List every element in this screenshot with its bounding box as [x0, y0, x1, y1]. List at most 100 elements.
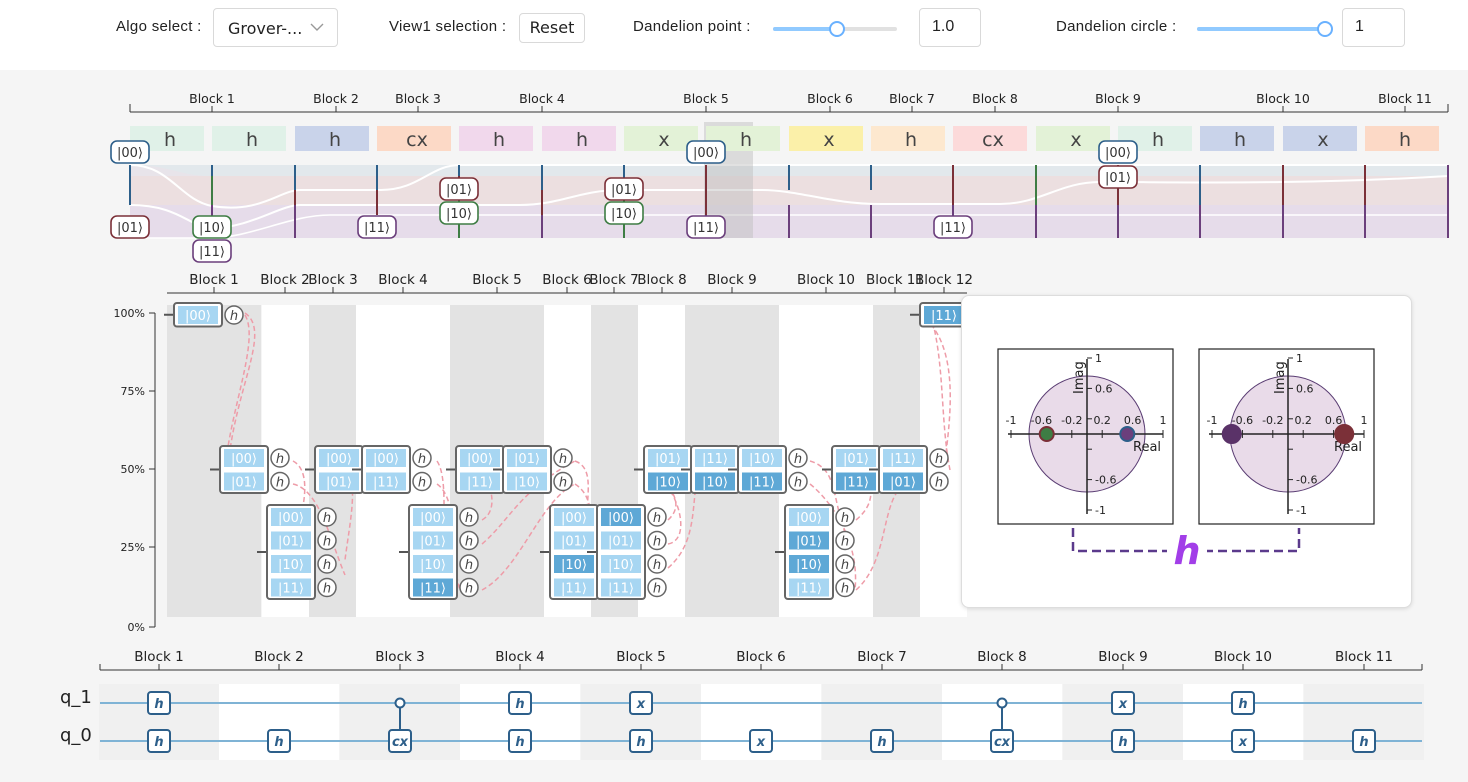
y-tick-label: 0.6	[1095, 382, 1113, 395]
top-block-label[interactable]: Block 3	[395, 91, 441, 106]
circuit-block-label[interactable]: Block 8	[977, 649, 1026, 665]
mid-block-label[interactable]: Block 1	[189, 272, 238, 288]
state-cell-label: |10⟩	[561, 558, 587, 573]
state-cell-label: |01⟩	[278, 535, 304, 550]
control-dot[interactable]	[996, 697, 1008, 709]
state-cell-label: |11⟩	[608, 582, 634, 597]
top-block-axis: Block 1 Block 2 Block 3 Block 4 Block 5 Block…	[129, 91, 1449, 113]
state-point[interactable]	[1038, 426, 1055, 442]
h-gate-symbol: h	[841, 511, 849, 526]
mid-block-label[interactable]: Block 5	[472, 272, 521, 288]
h-gate-symbol: h	[841, 535, 849, 550]
top-block-label[interactable]: Block 8	[972, 91, 1018, 106]
state-cell-label: |01⟩	[514, 452, 540, 467]
state-cell-label: |01⟩	[231, 476, 257, 491]
state-cell-label: |00⟩	[278, 511, 304, 526]
circuit-block-label[interactable]: Block 6	[736, 649, 785, 665]
h-gate-symbol: h	[465, 535, 473, 550]
top-block-label[interactable]: Block 4	[519, 91, 565, 106]
state-cell-label: |10⟩	[514, 476, 540, 491]
h-gate-symbol: h	[465, 582, 473, 597]
h-gate-symbol: h	[841, 582, 849, 597]
state-cell-label: |11⟩	[843, 476, 869, 491]
mid-block-label[interactable]: Block 8	[637, 272, 686, 288]
state-cell-label: |11⟩	[278, 582, 304, 597]
top-state-label: |10⟩	[199, 221, 225, 236]
gate-symbol: x	[1238, 735, 1248, 750]
circuit-block-label[interactable]: Block 10	[1214, 649, 1272, 665]
state-point[interactable]	[1334, 424, 1355, 444]
x-tick-label: 1	[1361, 414, 1368, 427]
state-cell-label: |00⟩	[231, 452, 257, 467]
mid-block-axis: Block 1 Block 2Block 3 Block 4 Block 5 Block…	[167, 272, 973, 294]
circuit-block-label[interactable]: Block 9	[1098, 649, 1147, 665]
state-cell-label: |00⟩	[608, 511, 634, 526]
state-cell-label: |10⟩	[749, 452, 775, 467]
x-tick-label: -1	[1207, 414, 1218, 427]
top-block-label[interactable]: Block 6	[807, 91, 853, 106]
circuit-block-label[interactable]: Block 5	[616, 649, 665, 665]
circuit-block-label[interactable]: Block 4	[495, 649, 544, 665]
top-gate-label: h	[493, 129, 505, 151]
gate-symbol: cx	[994, 735, 1011, 750]
mid-block-label[interactable]: Block 7	[589, 272, 638, 288]
h-gate-symbol: h	[465, 511, 473, 526]
h-gate-symbol: h	[323, 558, 331, 573]
circuit-block-label[interactable]: Block 11	[1335, 649, 1393, 665]
top-block-label[interactable]: Block 2	[313, 91, 359, 106]
h-gate-symbol: h	[653, 511, 661, 526]
y-axis-label: Imag	[1072, 361, 1087, 394]
h-gate-symbol: h	[276, 452, 284, 467]
evolution-view: Block 1 Block 2 Block 3 Block 4 Block 5 Block…	[110, 91, 1449, 263]
h-gate-symbol: h	[794, 476, 802, 491]
h-gate-symbol: h	[653, 535, 661, 550]
state-point[interactable]	[1119, 426, 1136, 442]
mid-block-label[interactable]: Block 6	[542, 272, 591, 288]
gate-symbol: h	[1238, 697, 1247, 712]
top-block-label[interactable]: Block 11	[1378, 91, 1432, 106]
state-cell-label: |01⟩	[655, 452, 681, 467]
state-cell-label: |00⟩	[185, 309, 211, 324]
dandelion-before: -1 -1 -0.6 -0.6 -0.2 0.2 0.6 0.6 1 1 Real Imag	[997, 348, 1174, 525]
state-cell-label: |11⟩	[890, 452, 916, 467]
gate-symbol: x	[756, 735, 766, 750]
gate-symbol: h	[515, 697, 524, 712]
y-axis-tick-label: 75%	[121, 385, 145, 398]
state-cell-label: |11⟩	[931, 309, 957, 324]
gate-symbol: h	[1118, 735, 1127, 750]
top-gate-label: x	[658, 129, 669, 151]
top-block-label[interactable]: Block 5	[683, 91, 729, 106]
control-dot[interactable]	[394, 697, 406, 709]
state-cell-label: |00⟩	[326, 452, 352, 467]
x-tick-label: 0.2	[1294, 414, 1312, 427]
y-tick-label: -0.6	[1296, 474, 1317, 487]
top-block-label[interactable]: Block 10	[1256, 91, 1310, 106]
mid-block-label[interactable]: Block 9	[707, 272, 756, 288]
y-axis-tick-label: 0%	[128, 621, 145, 634]
gate-symbol: h	[1359, 735, 1368, 750]
mid-block-label[interactable]: Block 4	[378, 272, 427, 288]
circuit-block-label[interactable]: Block 7	[857, 649, 906, 665]
state-cell-label: |00⟩	[561, 511, 587, 526]
circuit-block-label[interactable]: Block 3	[375, 649, 424, 665]
gate-symbol: h	[274, 735, 283, 750]
y-axis-label: Imag	[1273, 361, 1288, 394]
top-block-label[interactable]: Block 9	[1095, 91, 1141, 106]
mid-block-label[interactable]: Block 3	[308, 272, 357, 288]
top-block-label[interactable]: Block 7	[889, 91, 935, 106]
mid-block-label[interactable]: Block 10	[797, 272, 855, 288]
top-state-label: |00⟩	[117, 146, 143, 161]
mid-block-label[interactable]: Block 12	[915, 272, 973, 288]
top-gate-label: h	[329, 129, 341, 151]
top-gate-label: h	[246, 129, 258, 151]
mid-block-label[interactable]: Block 2	[260, 272, 309, 288]
x-tick-label: 0.2	[1093, 414, 1111, 427]
state-point[interactable]	[1221, 424, 1242, 444]
state-group[interactable]: |00⟩ h	[164, 302, 244, 328]
circuit-block-label[interactable]: Block 1	[134, 649, 183, 665]
state-cell-label: |11⟩	[467, 476, 493, 491]
top-block-label[interactable]: Block 1	[189, 91, 235, 106]
circuit-block-label[interactable]: Block 2	[254, 649, 303, 665]
h-gate-symbol: h	[935, 476, 943, 491]
y-tick-label: -1	[1296, 504, 1307, 517]
